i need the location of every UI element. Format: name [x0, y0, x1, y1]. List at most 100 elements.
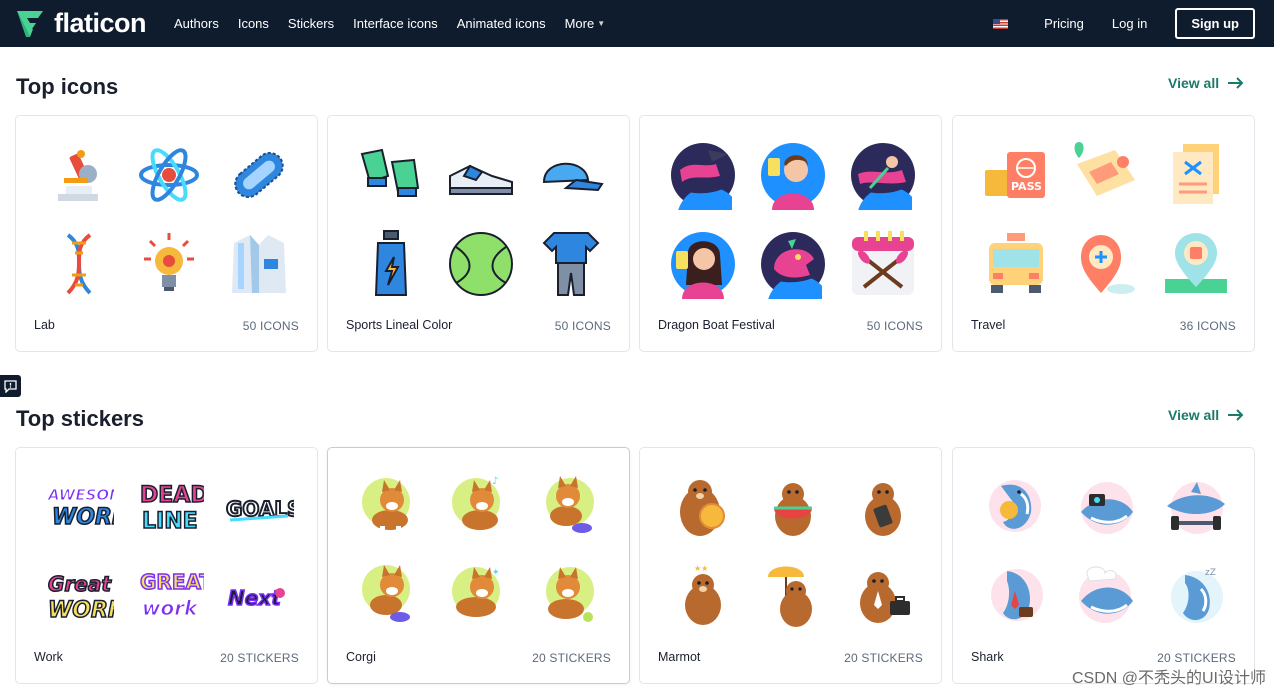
- svg-text:DEAD: DEAD: [140, 483, 204, 508]
- corgi-sitting-sticker: ✦: [452, 566, 500, 617]
- pack-name: Travel: [971, 318, 1006, 332]
- marmot-coin-sticker: [680, 479, 725, 536]
- pack-name: Shark: [971, 650, 1004, 664]
- svg-text:PASS: PASS: [1011, 180, 1042, 193]
- feedback-button[interactable]: [0, 375, 21, 397]
- pack-name: Dragon Boat Festival: [658, 318, 775, 332]
- svg-text:Next: Next: [228, 586, 282, 610]
- top-icons-view-all-link[interactable]: View all: [1168, 75, 1244, 91]
- dna-icon: [66, 232, 92, 294]
- bacteria-icon: [234, 151, 284, 198]
- marmot-umbrella-sticker: [768, 566, 812, 627]
- arrow-right-icon: [1228, 409, 1244, 421]
- corgi-ball-sticker: [546, 566, 594, 622]
- nav-link-icons[interactable]: Icons: [238, 16, 269, 31]
- passport-icon: PASS: [985, 151, 1045, 198]
- pack-count: 20 STICKERS: [844, 651, 923, 665]
- location-pin-icon: [1081, 234, 1135, 294]
- sticker-pack-card-marmot[interactable]: ★★ Marmot 20 STICKERS: [639, 447, 942, 684]
- shark-dumbbell-sticker: [1167, 481, 1225, 534]
- login-link[interactable]: Log in: [1112, 16, 1147, 31]
- awesome-work-sticker: AWESOMEWORK: [47, 485, 115, 530]
- atom-icon: [139, 147, 199, 202]
- svg-text:✦: ✦: [492, 568, 500, 578]
- next-sticker: Next: [227, 585, 285, 610]
- marmot-phone-sticker: [865, 482, 901, 536]
- view-all-label: View all: [1168, 75, 1220, 91]
- flaticon-logo[interactable]: flaticon: [14, 8, 147, 40]
- pack-name: Work: [34, 650, 63, 664]
- feedback-chat-icon: [4, 379, 17, 393]
- sticker-pack-card-corgi[interactable]: ♪ ✦ Corgi 20 STICKERS: [327, 447, 630, 684]
- map-marker-icon: [1165, 232, 1227, 293]
- flaticon-logo-icon: [17, 10, 43, 37]
- top-icons-title: Top icons: [16, 74, 119, 99]
- arrow-right-icon: [1228, 77, 1244, 89]
- pack-count: 50 ICONS: [866, 319, 923, 333]
- dragon-head-icon: [761, 231, 825, 299]
- shark-coin-sticker: [989, 479, 1041, 532]
- icon-pack-card-travel[interactable]: PASS Travel 36 ICONS: [952, 115, 1255, 352]
- logo-text: flaticon: [54, 8, 147, 38]
- svg-text:AWESOME: AWESOME: [47, 486, 114, 504]
- boat-rower-icon: [851, 142, 915, 210]
- dragon-boat-icon: [671, 142, 735, 210]
- svg-text:WORK: WORK: [48, 598, 114, 623]
- man-drink-icon: [761, 142, 825, 210]
- microscope-icon: [58, 149, 98, 201]
- csdn-watermark: CSDN @不秃头的UI设计师: [1071, 670, 1266, 687]
- us-flag-icon[interactable]: [993, 18, 1009, 29]
- shark-chef-sticker: [1079, 566, 1133, 623]
- woman-drink-icon: [671, 231, 735, 299]
- svg-text:Great: Great: [48, 572, 112, 596]
- nav-link-more-label: More: [564, 16, 595, 31]
- nav-link-more[interactable]: More ▼: [565, 16, 606, 31]
- nav-link-animated-icons[interactable]: Animated icons: [457, 16, 546, 31]
- pack-name: Sports Lineal Color: [346, 318, 453, 332]
- pricing-link[interactable]: Pricing: [1044, 16, 1084, 31]
- top-stickers-title: Top stickers: [16, 406, 144, 431]
- marmot-crown-sticker: ★★: [685, 564, 721, 625]
- top-navbar: flaticon Authors Icons Stickers Interfac…: [0, 0, 1274, 47]
- gloves-icon: [360, 148, 420, 197]
- svg-text:GREAT: GREAT: [140, 570, 204, 594]
- corgi-bowl-sticker: [546, 475, 594, 533]
- shark-tie-sticker: [991, 568, 1043, 621]
- icon-pack-card-dragon-boat-festival[interactable]: Dragon Boat Festival 50 ICONS: [639, 115, 942, 352]
- shark-camera-sticker: [1081, 481, 1133, 534]
- pack-name: Corgi: [346, 650, 376, 664]
- chevron-down-icon: ▼: [597, 19, 606, 28]
- water-bottle-icon: [374, 229, 408, 296]
- corgi-music-sticker: ♪: [452, 476, 500, 530]
- cap-icon: [542, 162, 604, 191]
- top-stickers-view-all-link[interactable]: View all: [1168, 407, 1244, 423]
- pack-name: Marmot: [658, 650, 701, 664]
- svg-text:♪: ♪: [492, 476, 498, 487]
- svg-text:LINE: LINE: [142, 509, 198, 534]
- pack-count: 20 STICKERS: [1157, 651, 1236, 665]
- icon-pack-card-sports-lineal-color[interactable]: Sports Lineal Color 50 ICONS: [327, 115, 630, 352]
- corgi-sticker: [362, 477, 410, 534]
- svg-text:work: work: [142, 596, 199, 620]
- sticker-pack-card-work[interactable]: AWESOMEWORK DEADLINE GOALS GreatWORK GRE…: [15, 447, 318, 684]
- nav-links: Authors Icons Stickers Interface icons A…: [174, 16, 624, 31]
- nav-link-stickers[interactable]: Stickers: [288, 16, 334, 31]
- marmot-watermelon-sticker: [774, 482, 812, 536]
- nav-link-interface-icons[interactable]: Interface icons: [353, 16, 438, 31]
- sneaker-icon: [449, 164, 513, 195]
- pack-count: 36 ICONS: [1179, 319, 1236, 333]
- svg-text:zZ: zZ: [1205, 568, 1216, 578]
- pack-count: 50 ICONS: [242, 319, 299, 333]
- jersey-icon: [542, 231, 600, 296]
- lab-coat-icon: [232, 234, 286, 293]
- nav-right: Pricing Log in Sign up: [993, 0, 1255, 47]
- goals-sticker: GOALS: [225, 496, 294, 522]
- paddles-calendar-icon: [852, 230, 914, 295]
- icon-pack-card-lab[interactable]: Lab 50 ICONS: [15, 115, 318, 352]
- nav-link-authors[interactable]: Authors: [174, 16, 219, 31]
- signup-button[interactable]: Sign up: [1175, 8, 1255, 39]
- idea-bulb-icon: [144, 232, 194, 291]
- sticker-pack-card-shark[interactable]: zZ Shark 20 STICKERS: [952, 447, 1255, 684]
- corgi-bowl-2-sticker: [362, 564, 410, 622]
- great-work-2-sticker: GREATwork: [139, 569, 204, 620]
